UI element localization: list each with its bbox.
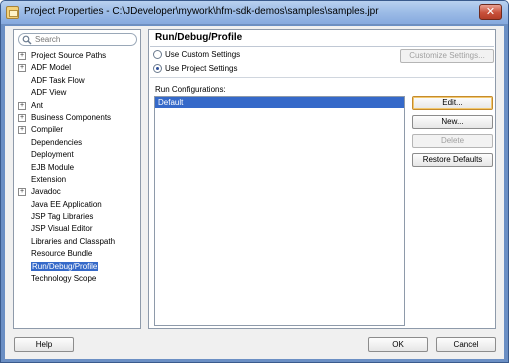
tree-item[interactable]: + ADF Model <box>14 62 140 74</box>
tree-item[interactable]: + Javadoc <box>14 186 140 198</box>
use-custom-settings-label: Use Custom Settings <box>165 50 241 59</box>
tree-item-label: Java EE Application <box>31 199 102 209</box>
new-button[interactable]: New... <box>412 115 493 129</box>
run-configurations-list[interactable]: Default <box>154 96 405 326</box>
tree-item-label: Extension <box>31 174 67 184</box>
search-icon <box>22 35 32 45</box>
tree-item[interactable]: Extension <box>14 174 140 186</box>
edit-button[interactable]: Edit... <box>412 96 493 110</box>
delete-button[interactable]: Delete <box>412 134 493 148</box>
tree-item[interactable]: Libraries and Classpath <box>14 236 140 248</box>
cancel-button[interactable]: Cancel <box>436 337 496 352</box>
tree-item[interactable]: Deployment <box>14 149 140 161</box>
tree-item[interactable]: ADF Task Flow <box>14 75 140 87</box>
category-panel: + Project Source Paths + ADF Model ADF Task … <box>13 29 141 329</box>
use-project-settings-label: Use Project Settings <box>165 64 238 73</box>
restore-defaults-button[interactable]: Restore Defaults <box>412 153 493 167</box>
page-title: Run/Debug/Profile <box>155 32 243 43</box>
run-configurations-label: Run Configurations: <box>155 85 226 94</box>
tree-item-label: EJB Module <box>31 162 75 172</box>
ok-button[interactable]: OK <box>368 337 428 352</box>
tree-item-label: Project Source Paths <box>31 51 107 60</box>
title-divider <box>150 46 494 47</box>
tree-item[interactable]: JSP Visual Editor <box>14 223 140 235</box>
title-bar[interactable]: Project Properties - C:\JDeveloper\mywor… <box>1 1 508 25</box>
tree-item-label: Resource Bundle <box>31 249 93 259</box>
section-divider <box>150 77 494 78</box>
tree-item-label: JSP Visual Editor <box>31 224 93 234</box>
expand-icon[interactable]: + <box>18 52 26 60</box>
tree-item[interactable]: + Compiler <box>14 124 140 136</box>
expand-icon[interactable]: + <box>18 64 26 73</box>
window-title: Project Properties - C:\JDeveloper\mywor… <box>24 6 379 17</box>
tree-item[interactable]: Java EE Application <box>14 199 140 211</box>
tree-item-label: ADF Task Flow <box>31 75 85 85</box>
tree-item-label: Libraries and Classpath <box>31 236 116 246</box>
use-project-settings-radio[interactable] <box>153 64 162 74</box>
tree-item[interactable]: JSP Tag Libraries <box>14 211 140 223</box>
tree-item-label: ADF Model <box>31 63 72 73</box>
tree-item-label: Dependencies <box>31 137 83 147</box>
expand-icon[interactable]: + <box>18 188 26 197</box>
dialog-body: + Project Source Paths + ADF Model ADF Task … <box>5 26 504 359</box>
project-properties-dialog: Project Properties - C:\JDeveloper\mywor… <box>0 0 509 363</box>
tree-item-label: Technology Scope <box>31 274 97 284</box>
tree-item[interactable]: ADF View <box>14 87 140 99</box>
project-folder-icon <box>6 6 19 19</box>
customize-settings-button[interactable]: Customize Settings... <box>400 49 494 63</box>
use-project-settings-option[interactable]: Use Project Settings <box>153 63 237 75</box>
tree-item[interactable]: + Project Source Paths <box>14 50 140 62</box>
tree-item[interactable]: + Ant <box>14 100 140 112</box>
expand-icon[interactable]: + <box>18 113 26 122</box>
tree-item-label: Javadoc <box>31 187 61 197</box>
tree-item[interactable]: Run/Debug/Profile <box>14 261 140 273</box>
close-button[interactable]: ✕ <box>479 4 502 20</box>
tree-item[interactable]: Resource Bundle <box>14 248 140 260</box>
tree-item-label: ADF View <box>31 88 67 98</box>
tree-item[interactable]: + Business Components <box>14 112 140 124</box>
use-custom-settings-radio[interactable] <box>153 50 162 60</box>
category-tree: + Project Source Paths + ADF Model ADF Task … <box>14 50 140 285</box>
tree-item[interactable]: Dependencies <box>14 137 140 149</box>
tree-item-label: Run/Debug/Profile <box>31 261 99 271</box>
settings-panel: Run/Debug/Profile Use Custom Settings Us… <box>148 29 496 329</box>
tree-item-label: Deployment <box>31 150 74 160</box>
tree-item[interactable]: EJB Module <box>14 162 140 174</box>
tree-item-label: Compiler <box>31 125 64 135</box>
list-item[interactable]: Default <box>155 97 404 108</box>
use-custom-settings-option[interactable]: Use Custom Settings <box>153 49 240 61</box>
expand-icon[interactable]: + <box>18 101 26 110</box>
tree-item-label: Business Components <box>31 112 112 122</box>
expand-icon[interactable]: + <box>18 126 26 135</box>
tree-item-label: JSP Tag Libraries <box>31 212 94 222</box>
tree-item[interactable]: Technology Scope <box>14 273 140 285</box>
tree-item-label: Ant <box>31 100 44 110</box>
search-input[interactable] <box>35 34 135 45</box>
help-button[interactable]: Help <box>14 337 74 352</box>
search-field[interactable] <box>18 33 137 46</box>
